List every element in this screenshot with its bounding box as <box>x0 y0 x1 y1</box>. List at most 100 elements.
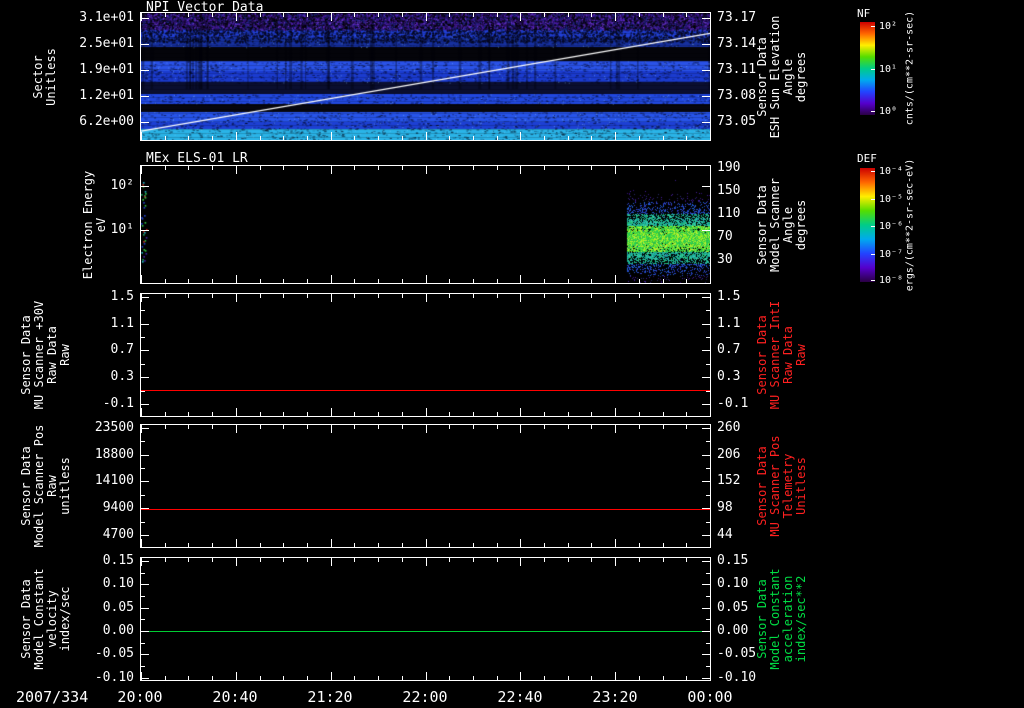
x-tick <box>473 558 474 562</box>
x-tick <box>497 412 498 416</box>
y-tick <box>702 608 710 609</box>
x-tick <box>283 13 284 17</box>
panel-mu-scanner-raw <box>140 293 711 417</box>
x-tick <box>378 676 379 680</box>
x-tick <box>686 13 687 17</box>
x-tick <box>188 13 189 17</box>
x-tick <box>520 294 521 302</box>
x-tick <box>378 425 379 429</box>
x-tick <box>639 412 640 416</box>
x-axis-date-label: 2007/334 <box>16 688 89 706</box>
x-tick <box>378 543 379 547</box>
x-tick <box>473 279 474 283</box>
x-tick <box>568 166 569 170</box>
y-tick-label: 2.5e+01 <box>79 36 134 51</box>
x-tick <box>615 672 616 680</box>
x-tick <box>568 294 569 298</box>
x-tick <box>188 136 189 140</box>
left-axis-title-panel-3: Sensor Data MU Scanner +30V Raw Data Raw <box>19 300 72 410</box>
x-tick <box>449 166 450 170</box>
y-tick-minor <box>141 337 145 338</box>
x-tick <box>378 166 379 170</box>
x-tick <box>426 132 427 140</box>
x-tick <box>639 558 640 562</box>
x-tick <box>354 136 355 140</box>
x-tick <box>283 558 284 562</box>
x-tick <box>307 558 308 562</box>
x-tick <box>663 294 664 298</box>
colorbar-tick <box>871 111 875 112</box>
y-tick-label-right: 150 <box>717 183 741 198</box>
x-tick <box>165 412 166 416</box>
x-tick <box>686 294 687 298</box>
x-tick <box>663 136 664 140</box>
x-tick <box>283 676 284 680</box>
x-tick <box>141 539 142 547</box>
y-tick-label-right: 152 <box>717 473 741 488</box>
x-tick <box>212 13 213 17</box>
x-tick <box>307 279 308 283</box>
x-tick <box>283 279 284 283</box>
colorbar-tick-label: 10¹ <box>879 63 898 75</box>
x-tick <box>331 558 332 566</box>
x-tick <box>283 136 284 140</box>
x-tick <box>260 425 261 429</box>
colorbar-tick <box>871 280 875 281</box>
y-tick <box>702 122 710 123</box>
y-tick-minor <box>141 596 145 597</box>
x-tick <box>165 279 166 283</box>
x-tick <box>710 166 711 174</box>
x-tick <box>710 558 711 566</box>
y-tick <box>702 654 710 655</box>
x-tick <box>307 136 308 140</box>
y-tick <box>141 324 149 325</box>
x-tick <box>473 136 474 140</box>
y-tick-label-right: 1.1 <box>717 316 741 331</box>
y-tick <box>702 350 710 351</box>
x-tick <box>141 132 142 140</box>
right-axis-title-panel-1: Sensor Data ESH Sun Elevation Angle degr… <box>755 15 808 138</box>
y-tick-minor <box>706 596 710 597</box>
x-tick <box>283 425 284 429</box>
y-tick-label-right: 98 <box>717 500 733 515</box>
x-tick <box>212 425 213 429</box>
x-tick <box>236 166 237 174</box>
x-tick <box>449 425 450 429</box>
x-tick <box>331 13 332 21</box>
y-tick <box>141 428 149 429</box>
x-tick <box>402 425 403 429</box>
x-tick <box>615 425 616 433</box>
x-tick <box>141 13 142 21</box>
y-tick-label-right: 44 <box>717 527 733 542</box>
x-tick <box>331 672 332 680</box>
x-tick <box>402 412 403 416</box>
x-tick <box>354 412 355 416</box>
y-tick <box>141 186 149 187</box>
x-tick <box>520 132 521 140</box>
spectrogram-canvas-panel-1 <box>141 13 710 140</box>
x-tick <box>686 543 687 547</box>
x-tick <box>568 412 569 416</box>
y-tick <box>702 508 710 509</box>
data-line-model-constant-velocity <box>141 631 710 632</box>
x-tick <box>544 166 545 170</box>
x-tick <box>710 672 711 680</box>
y-tick <box>141 230 149 231</box>
x-tick <box>473 13 474 17</box>
y-tick-label-right: 0.10 <box>717 576 749 591</box>
x-tick <box>260 279 261 283</box>
x-tick <box>591 294 592 298</box>
x-tick <box>615 132 616 140</box>
x-tick <box>260 543 261 547</box>
y-tick-label: 10² <box>110 178 134 193</box>
x-tick <box>354 676 355 680</box>
x-tick <box>663 279 664 283</box>
x-tick <box>449 294 450 298</box>
y-tick-minor <box>141 643 145 644</box>
y-tick-minor <box>141 619 145 620</box>
x-tick <box>686 412 687 416</box>
x-tick <box>331 275 332 283</box>
left-axis-title-panel-1: Sector Unitless <box>31 47 58 106</box>
x-tick <box>307 412 308 416</box>
x-tick <box>497 543 498 547</box>
